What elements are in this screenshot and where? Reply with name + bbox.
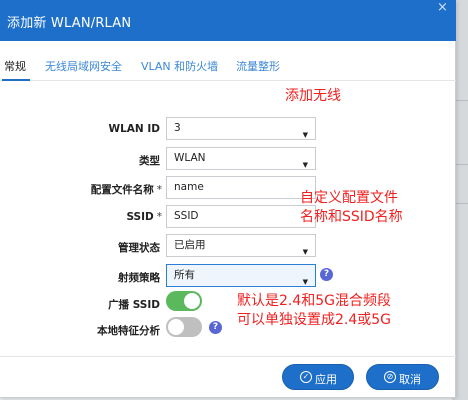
type-label: 类型 (139, 155, 160, 167)
annotation-line: 自定义配置文件 (300, 190, 398, 206)
active-tab-indicator (2, 79, 30, 81)
wlan-id-value: 3 (174, 122, 181, 134)
annotation-add-wireless: 添加无线 (285, 88, 341, 104)
required-mark: * (156, 184, 162, 196)
chevron-down-icon: ▼ (302, 131, 308, 139)
wlan-id-select[interactable]: 3 ▼ (166, 117, 316, 140)
tab-bar: 常规 无线局域网安全 VLAN 和防火墙 流量整形 (0, 41, 456, 81)
profile-name-label: 配置文件名称 * (60, 182, 162, 197)
tab-wlan-security[interactable]: 无线局域网安全 (45, 58, 122, 74)
radio-policy-value: 所有 (174, 269, 195, 281)
background-divider (455, 164, 468, 165)
apply-button[interactable]: ✓ 应用 (282, 364, 354, 390)
profile-name-input[interactable]: name (166, 176, 316, 199)
background-divider (455, 100, 468, 101)
annotation-line: 可以单独设置成2.4或5G (237, 312, 392, 328)
add-wlan-dialog: 添加新 WLAN/RLAN × 常规 无线局域网安全 VLAN 和防火墙 流量整… (0, 0, 456, 398)
chevron-down-icon: ▼ (302, 161, 308, 169)
wlan-id-label: WLAN ID (108, 123, 160, 135)
ban-circle-icon: ⊘ (384, 371, 396, 383)
broadcast-ssid-toggle[interactable] (166, 291, 202, 311)
ssid-label-text: SSID (126, 211, 154, 223)
dialog-header: 添加新 WLAN/RLAN × (0, 0, 456, 41)
tab-general[interactable]: 常规 (4, 58, 26, 74)
broadcast-ssid-label: 广播 SSID (108, 299, 160, 311)
dialog-title: 添加新 WLAN/RLAN (7, 16, 132, 31)
required-mark: * (156, 211, 162, 223)
type-select[interactable]: WLAN ▼ (166, 147, 316, 170)
check-circle-icon: ✓ (300, 371, 312, 383)
toggle-knob (184, 293, 200, 309)
tab-traffic-shaping[interactable]: 流量整形 (236, 58, 280, 74)
background-divider (455, 203, 468, 204)
chevron-down-icon: ▼ (302, 278, 308, 286)
annotation-line: 默认是2.4和5G混合频段 (237, 293, 392, 309)
admin-state-label: 管理状态 (118, 242, 160, 254)
annotation-custom-profile: 自定义配置文件 名称和SSID名称 (300, 189, 403, 227)
annotation-line: 名称和SSID名称 (300, 209, 403, 225)
profile-name-value: name (174, 181, 204, 193)
annotation-default-band: 默认是2.4和5G混合频段 可以单独设置成2.4或5G (237, 292, 391, 330)
ssid-input[interactable]: SSID (166, 205, 316, 228)
admin-state-value: 已启用 (174, 239, 206, 251)
help-icon[interactable]: ? (320, 268, 333, 281)
profile-name-label-text: 配置文件名称 (90, 184, 154, 196)
local-profiling-label: 本地特征分析 (97, 325, 160, 337)
toggle-knob (168, 319, 184, 335)
help-icon[interactable]: ? (209, 321, 222, 334)
chevron-down-icon: ▼ (302, 248, 308, 256)
ssid-label: SSID * (80, 211, 162, 223)
cancel-button-label: 取消 (399, 373, 421, 386)
close-icon[interactable]: × (437, 1, 448, 15)
radio-policy-label: 射频策略 (118, 272, 160, 284)
cancel-button[interactable]: ⊘ 取消 (366, 364, 439, 390)
tab-vlan-firewall[interactable]: VLAN 和防火墙 (141, 58, 218, 74)
local-profiling-toggle[interactable] (166, 317, 202, 337)
footer-divider (0, 356, 456, 357)
apply-button-label: 应用 (315, 373, 337, 386)
ssid-value: SSID (174, 210, 199, 222)
type-value: WLAN (174, 152, 206, 164)
radio-policy-select[interactable]: 所有 ▼ (166, 264, 316, 287)
admin-state-select[interactable]: 已启用 ▼ (166, 234, 316, 257)
